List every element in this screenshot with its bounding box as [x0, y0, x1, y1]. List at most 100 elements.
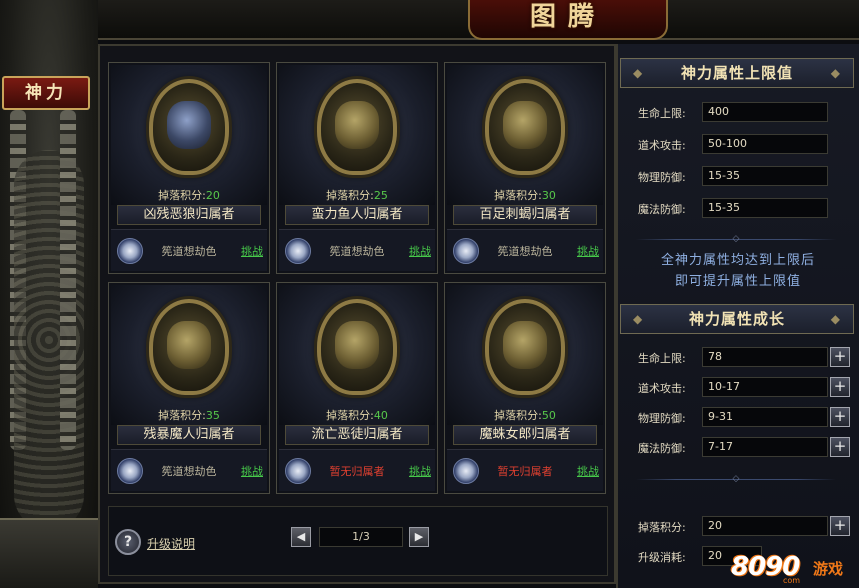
- owner-name: 筅道想劫色: [497, 245, 553, 258]
- scorpion-medallion-icon: [485, 79, 565, 175]
- spider-lady-medallion-icon: [485, 299, 565, 395]
- growth-row-hp: 生命上限: 78 +: [638, 347, 853, 369]
- totem-card[interactable]: 掉落积分:50 魔蛛女郎归属者 暂无归属者 挑战: [444, 282, 606, 494]
- stat-label: 魔法防御:: [638, 442, 686, 455]
- cap-upgrade-note: 全神力属性均达到上限后 即可提升属性上限值: [626, 250, 850, 292]
- stat-value: 15-35: [702, 166, 828, 186]
- chain-decoration: [60, 110, 76, 450]
- totem-card-grid: 掉落积分:20 凶残恶狼归属者 筅道想劫色 挑战 掉落积分:25 蛮力鱼人归属者…: [98, 44, 616, 584]
- stat-label: 生命上限:: [638, 107, 686, 120]
- owner-name: 暂无归属者: [497, 465, 553, 478]
- drop-points: 掉落积分:40: [326, 409, 388, 422]
- bottom-bar: ? 升级说明 ◀ 1/3 ▶: [108, 506, 608, 576]
- drop-points: 掉落积分:20: [158, 189, 220, 202]
- cap-row-phys-def: 物理防御: 15-35: [638, 166, 853, 188]
- drop-points: 掉落积分:25: [326, 189, 388, 202]
- stat-label: 物理防御:: [638, 412, 686, 425]
- stat-label: 物理防御:: [638, 171, 686, 184]
- ornament-divider: ◇: [636, 234, 836, 244]
- cap-row-hp: 生命上限: 400: [638, 102, 853, 124]
- plus-icon[interactable]: +: [830, 377, 850, 397]
- tab-shenli[interactable]: 神力: [2, 76, 90, 110]
- monster-portrait: [447, 285, 603, 425]
- owner-row: 筅道想劫色 挑战: [111, 449, 267, 491]
- stat-value: 50-100: [702, 134, 828, 154]
- cap-row-magic-def: 魔法防御: 15-35: [638, 198, 853, 220]
- totem-card[interactable]: 掉落积分:40 流亡恶徒归属者 暂无归属者 挑战: [276, 282, 438, 494]
- totem-name: 魔蛛女郎归属者: [453, 425, 597, 445]
- plus-icon[interactable]: +: [830, 437, 850, 457]
- owner-row: 筅道想劫色 挑战: [279, 229, 435, 271]
- demon-medallion-icon: [149, 299, 229, 395]
- totem-name: 残暴魔人归属者: [117, 425, 261, 445]
- stat-label: 道术攻击:: [638, 382, 686, 395]
- owner-emblem-icon: [285, 458, 311, 484]
- cap-section-title: 神力属性上限值: [620, 58, 854, 88]
- stat-value: 9-31: [702, 407, 828, 427]
- cap-row-spell-attack: 道术攻击: 50-100: [638, 134, 853, 156]
- totem-name: 蛮力鱼人归属者: [285, 205, 429, 225]
- monster-portrait: [447, 65, 603, 205]
- stat-label: 生命上限:: [638, 352, 686, 365]
- drop-points: 掉落积分:50: [494, 409, 556, 422]
- note-line: 即可提升属性上限值: [674, 274, 801, 289]
- totem-card[interactable]: 掉落积分:25 蛮力鱼人归属者 筅道想劫色 挑战: [276, 62, 438, 274]
- stat-value: 78: [702, 347, 828, 367]
- owner-name: 筅道想劫色: [161, 465, 217, 478]
- growth-row-spell-attack: 道术攻击: 10-17 +: [638, 377, 853, 399]
- top-banner: 图腾: [98, 0, 859, 40]
- growth-row-phys-def: 物理防御: 9-31 +: [638, 407, 853, 429]
- monster-portrait: [279, 285, 435, 425]
- next-page-button[interactable]: ▶: [409, 527, 429, 547]
- note-line: 全神力属性均达到上限后: [660, 253, 815, 268]
- title-plate: 图腾: [468, 0, 668, 40]
- stat-value: 20: [702, 516, 828, 536]
- ornament-divider: ◇: [636, 474, 836, 484]
- owner-name: 暂无归属者: [329, 465, 385, 478]
- owner-emblem-icon: [453, 238, 479, 264]
- owner-name: 筅道想劫色: [329, 245, 385, 258]
- plus-icon[interactable]: +: [830, 407, 850, 427]
- challenge-link[interactable]: 挑战: [409, 463, 431, 479]
- fishman-medallion-icon: [317, 79, 397, 175]
- owner-name: 筅道想劫色: [161, 245, 217, 258]
- challenge-link[interactable]: 挑战: [409, 243, 431, 259]
- growth-row-magic-def: 魔法防御: 7-17 +: [638, 437, 853, 459]
- totem-name: 凶残恶狼归属者: [117, 205, 261, 225]
- owner-emblem-icon: [117, 458, 143, 484]
- stat-value: 400: [702, 102, 828, 122]
- help-icon[interactable]: ?: [115, 529, 141, 555]
- site-watermark-logo: 8090 游戏 com: [731, 552, 844, 585]
- stat-value: 10-17: [702, 377, 828, 397]
- page-title: 图腾: [529, 2, 606, 32]
- wolf-medallion-icon: [149, 79, 229, 175]
- totem-card[interactable]: 掉落积分:30 百足刺蝎归属者 筅道想劫色 挑战: [444, 62, 606, 274]
- prev-page-button[interactable]: ◀: [291, 527, 311, 547]
- stat-label: 掉落积分:: [638, 521, 686, 534]
- growth-section-title: 神力属性成长: [620, 304, 854, 334]
- owner-row: 筅道想劫色 挑战: [111, 229, 267, 271]
- owner-row: 暂无归属者 挑战: [447, 449, 603, 491]
- drop-points: 掉落积分:35: [158, 409, 220, 422]
- drop-points: 掉落积分:30: [494, 189, 556, 202]
- owner-row: 暂无归属者 挑战: [279, 449, 435, 491]
- stat-label: 道术攻击:: [638, 139, 686, 152]
- drop-points-row: 掉落积分: 20 +: [638, 516, 853, 538]
- challenge-link[interactable]: 挑战: [241, 463, 263, 479]
- challenge-link[interactable]: 挑战: [577, 463, 599, 479]
- page-indicator: 1/3: [319, 527, 403, 547]
- pillar-base: [0, 518, 98, 588]
- challenge-link[interactable]: 挑战: [577, 243, 599, 259]
- owner-emblem-icon: [285, 238, 311, 264]
- totem-card[interactable]: 掉落积分:20 凶残恶狼归属者 筅道想劫色 挑战: [108, 62, 270, 274]
- plus-icon[interactable]: +: [830, 347, 850, 367]
- stat-value: 7-17: [702, 437, 828, 457]
- owner-row: 筅道想劫色 挑战: [447, 229, 603, 271]
- plus-icon[interactable]: +: [830, 516, 850, 536]
- totem-name: 流亡恶徒归属者: [285, 425, 429, 445]
- upgrade-help-link[interactable]: 升级说明: [147, 535, 195, 552]
- monster-portrait: [279, 65, 435, 205]
- totem-name: 百足刺蝎归属者: [453, 205, 597, 225]
- challenge-link[interactable]: 挑战: [241, 243, 263, 259]
- totem-card[interactable]: 掉落积分:35 残暴魔人归属者 筅道想劫色 挑战: [108, 282, 270, 494]
